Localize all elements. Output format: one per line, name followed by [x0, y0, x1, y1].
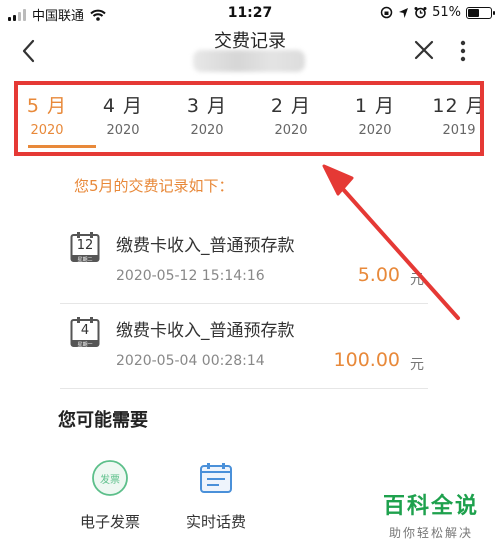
- record-amount: 100.00: [333, 349, 400, 371]
- record-item[interactable]: 4 星期一 缴费卡收入_普通预存款 2020-05-04 00:28:14 10…: [60, 316, 428, 408]
- status-bar: 中国联通 11:27 51%: [0, 0, 500, 26]
- invoice-shortcut[interactable]: 发票 电子发票: [64, 458, 156, 532]
- invoice-badge: 发票: [100, 475, 120, 486]
- battery-percent: 51%: [432, 5, 461, 20]
- close-icon[interactable]: [412, 38, 436, 62]
- record-title: 缴费卡收入_普通预存款: [116, 236, 295, 256]
- record-unit: 元: [410, 357, 424, 373]
- bill-shortcut[interactable]: 实时话费: [170, 458, 262, 532]
- shortcut-label: 电子发票: [79, 513, 140, 531]
- bill-icon: [200, 463, 232, 493]
- annotation-highlight-box: [14, 81, 484, 156]
- orientation-lock-icon: [380, 6, 393, 19]
- more-icon[interactable]: [458, 40, 468, 62]
- divider: [60, 303, 428, 304]
- watermark: 百科全说 助你轻松解决: [370, 488, 492, 541]
- battery-icon: [466, 6, 495, 19]
- record-unit: 元: [410, 272, 424, 288]
- calendar-day: 12: [76, 238, 94, 253]
- record-datetime: 2020-05-04 00:28:14: [116, 353, 265, 369]
- record-item[interactable]: 12 星期二 缴费卡收入_普通预存款 2020-05-12 15:14:16 5…: [60, 231, 428, 323]
- calendar-weekday: 星期二: [77, 257, 93, 263]
- status-right: 51%: [380, 5, 495, 20]
- section-title: 您可能需要: [58, 410, 148, 431]
- nav-bar: 交费记录: [0, 26, 500, 76]
- watermark-subtitle: 助你轻松解决: [388, 526, 473, 540]
- record-datetime: 2020-05-12 15:14:16: [116, 268, 265, 284]
- record-amount: 5.00: [357, 264, 400, 286]
- watermark-title: 百科全说: [382, 494, 479, 519]
- record-title: 缴费卡收入_普通预存款: [116, 321, 295, 341]
- alarm-icon: [414, 7, 427, 19]
- page: 中国联通 11:27 51% 交费记录 5 月 2020 4 月 2020 3 …: [0, 0, 500, 549]
- calendar-day: 4: [80, 323, 90, 338]
- divider: [60, 388, 428, 389]
- calendar-weekday: 星期一: [77, 342, 93, 348]
- blurred-subtitle: [193, 50, 305, 72]
- battery-fill: [468, 8, 480, 17]
- location-icon: [399, 7, 409, 18]
- shortcut-label: 实时话费: [185, 513, 246, 531]
- records-heading: 您5月的交费记录如下：: [74, 177, 234, 195]
